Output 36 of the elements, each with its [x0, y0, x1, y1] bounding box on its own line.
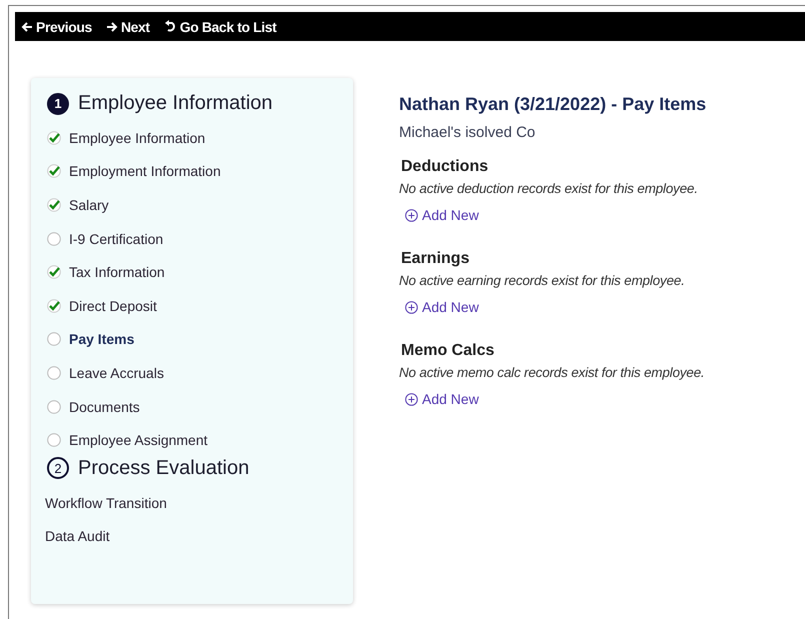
add-icon — [405, 392, 418, 406]
arrow-right-icon — [106, 20, 118, 32]
step-link[interactable]: Documents — [69, 398, 140, 415]
step-number: 2 — [47, 457, 69, 480]
add-new-link[interactable]: Add New — [405, 299, 479, 315]
empty-message: No active earning records exist for this employee. — [399, 273, 686, 288]
step-link[interactable]: Direct Deposit — [69, 298, 157, 314]
empty-message: No active memo calc records exist for this employee. — [399, 365, 706, 380]
section-title: Earnings — [401, 250, 470, 268]
arrow-left-icon — [21, 20, 33, 32]
nav-button[interactable]: Next — [106, 18, 150, 34]
undo-icon — [164, 20, 177, 33]
step-link[interactable]: Data Audit — [45, 520, 353, 554]
step-link[interactable]: Employee Information — [69, 130, 206, 146]
step-link[interactable]: Workflow Transition — [45, 486, 353, 520]
step-link[interactable]: Pay Items — [69, 331, 134, 348]
step-number: 1 — [47, 92, 69, 114]
add-icon — [405, 300, 418, 314]
add-icon — [405, 208, 418, 222]
step-link[interactable]: Leave Accruals — [69, 364, 164, 381]
page-title: Nathan Ryan (3/21/2022) - Pay Items — [399, 94, 708, 115]
section-title: Deductions — [401, 158, 490, 176]
step-title: Employee Information — [78, 92, 273, 115]
step-link[interactable]: I-9 Certification — [69, 230, 164, 247]
section-title: Memo Calcs — [401, 342, 496, 360]
nav-button[interactable]: Previous — [21, 18, 92, 34]
add-new-link[interactable]: Add New — [405, 391, 479, 407]
step-link[interactable]: Employment Information — [69, 163, 221, 180]
company-name: Michael's isolved Co — [399, 124, 536, 141]
step-title: Process Evaluation — [78, 456, 250, 480]
nav-button[interactable]: Go Back to List — [164, 18, 276, 34]
add-new-link[interactable]: Add New — [405, 207, 479, 223]
step-link[interactable]: Employee Assignment — [69, 432, 208, 448]
step-link[interactable]: Salary — [69, 196, 109, 213]
step-link[interactable]: Tax Information — [69, 264, 165, 280]
empty-message: No active deduction records exist for this employee. — [399, 181, 699, 196]
